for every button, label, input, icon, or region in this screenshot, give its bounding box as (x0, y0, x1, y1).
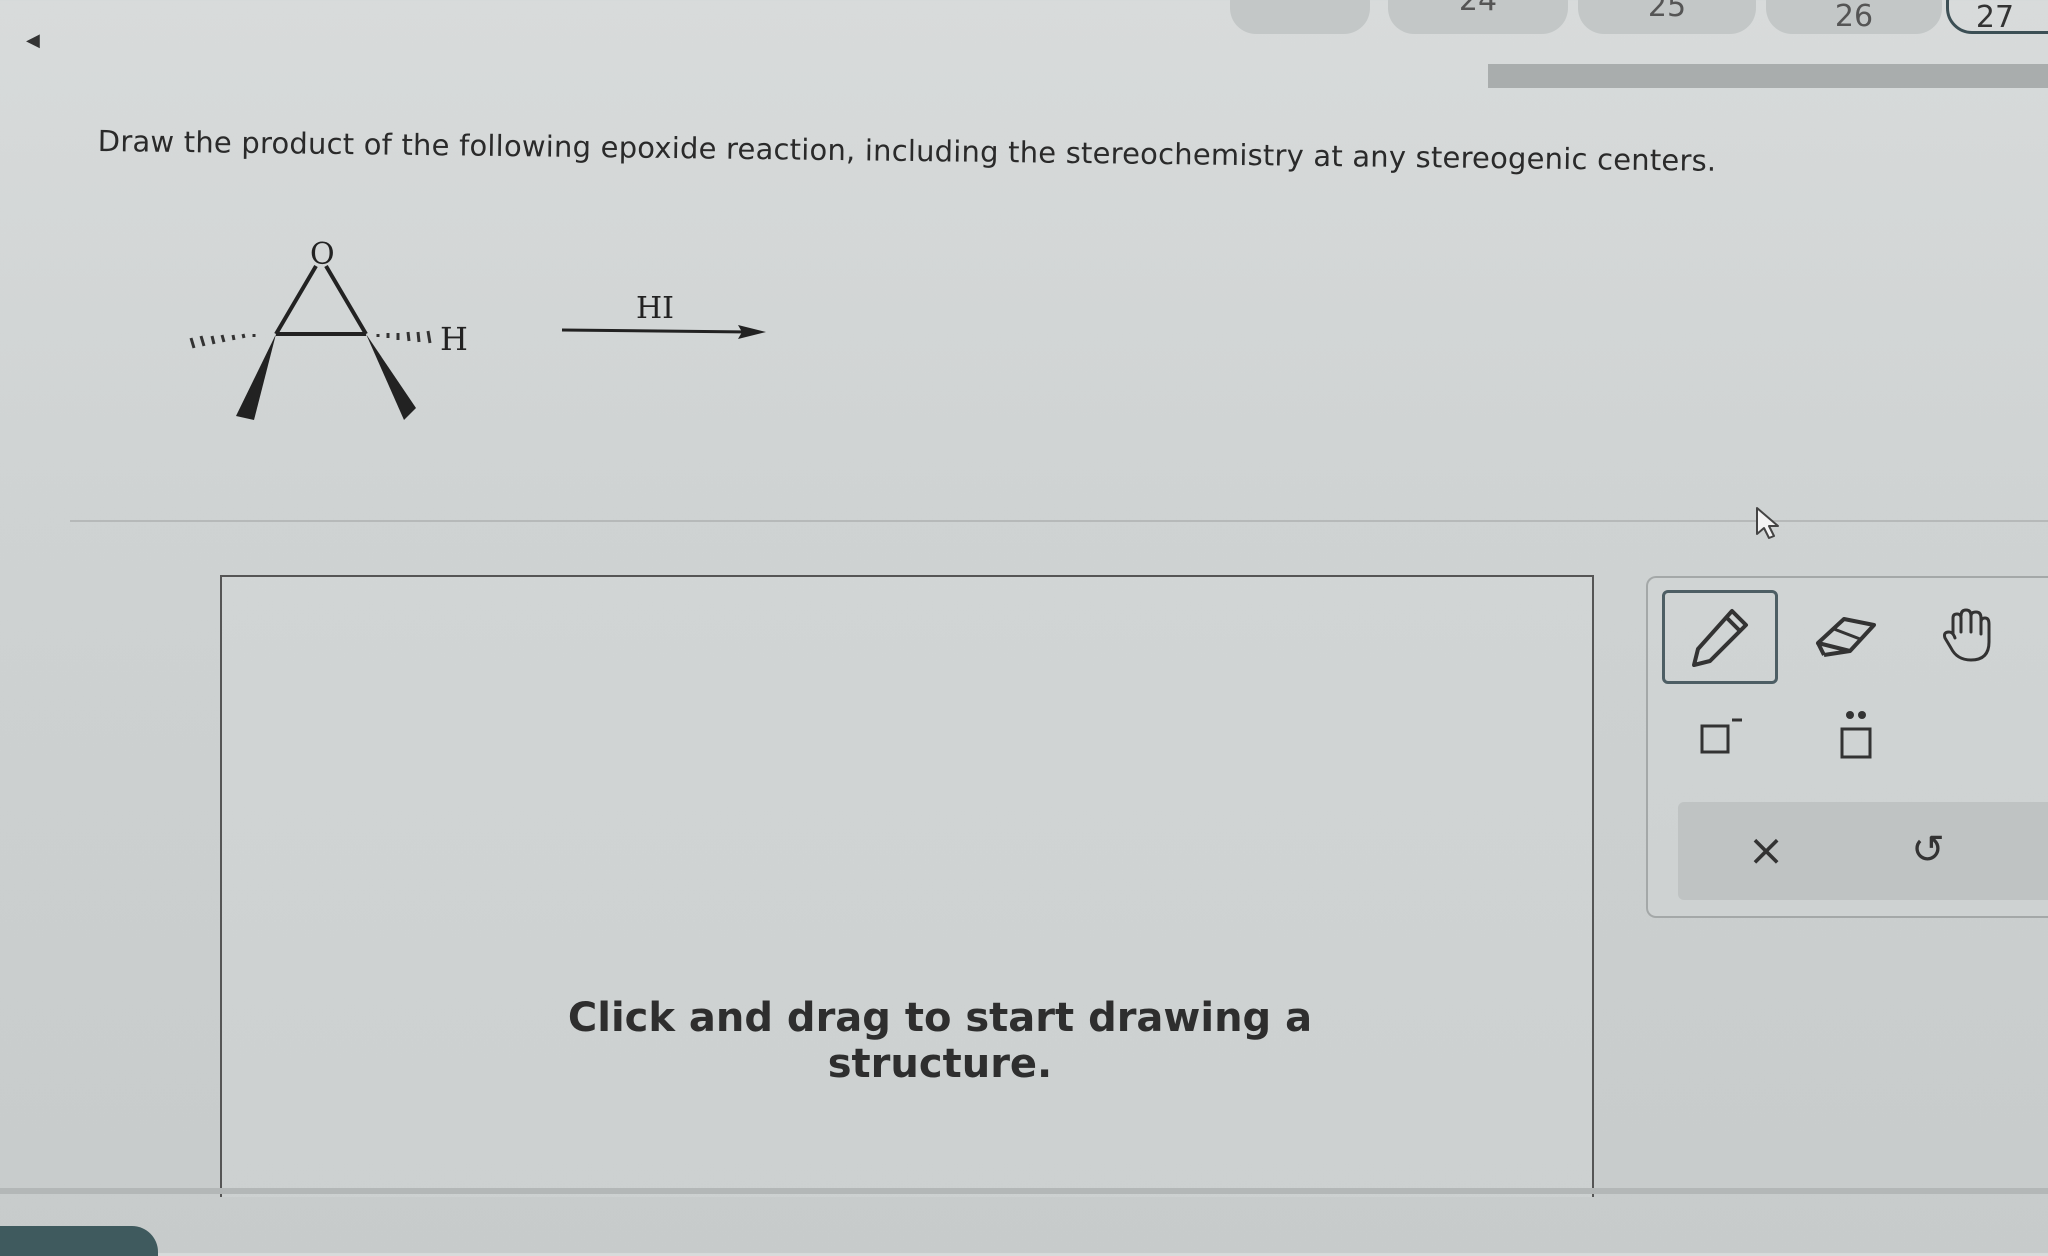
reagent-label: HI (636, 291, 674, 326)
epoxide-structure: O H (189, 237, 468, 420)
drawing-canvas[interactable] (220, 575, 1594, 1197)
question-text: Draw the product of the following epoxid… (97, 124, 1717, 178)
reaction-scheme: O H HI (189, 237, 766, 420)
lone-pair-tool-button[interactable] (1826, 700, 1886, 770)
reaction-arrow: HI (561, 291, 766, 339)
oxygen-label: O (310, 237, 335, 272)
footer-divider (0, 1188, 2048, 1194)
canvas-hint: Click and drag to start drawing a struct… (567, 995, 1313, 1087)
toolbar-actions (1678, 802, 2048, 900)
nav-item-27[interactable]: 27 (1946, 0, 2048, 35)
charge-icon (1700, 718, 1742, 754)
nav-back-arrow-icon[interactable]: ◀ (26, 30, 40, 51)
hand-icon (1943, 608, 1991, 662)
question-nav: ◀ 23 24 25 26 27 (0, 0, 2048, 60)
footer-tab[interactable] (0, 1226, 158, 1256)
undo-button[interactable]: ↺ (1898, 820, 1958, 880)
hydrogen-label: H (440, 320, 468, 358)
nav-item-26[interactable]: 26 (1766, 0, 1942, 34)
nav-item-24[interactable]: 24 (1388, 0, 1568, 34)
pencil-icon (1692, 609, 1748, 667)
progress-bar (1488, 64, 2048, 88)
undo-icon: ↺ (1911, 827, 1945, 873)
charge-tool-button[interactable] (1690, 706, 1750, 766)
nav-item-25[interactable]: 25 (1578, 0, 1756, 34)
eraser-tool-button[interactable] (1806, 596, 1886, 676)
hand-tool-button[interactable] (1928, 592, 2008, 676)
lone-pair-icon (1840, 711, 1872, 759)
mouse-cursor-icon (1756, 507, 1779, 539)
eraser-icon (1816, 617, 1876, 657)
clear-button[interactable]: × (1736, 820, 1796, 880)
nav-item-23[interactable]: 23 (1230, 0, 1370, 34)
pencil-tool-button[interactable] (1662, 590, 1778, 684)
clear-icon: × (1747, 824, 1785, 876)
